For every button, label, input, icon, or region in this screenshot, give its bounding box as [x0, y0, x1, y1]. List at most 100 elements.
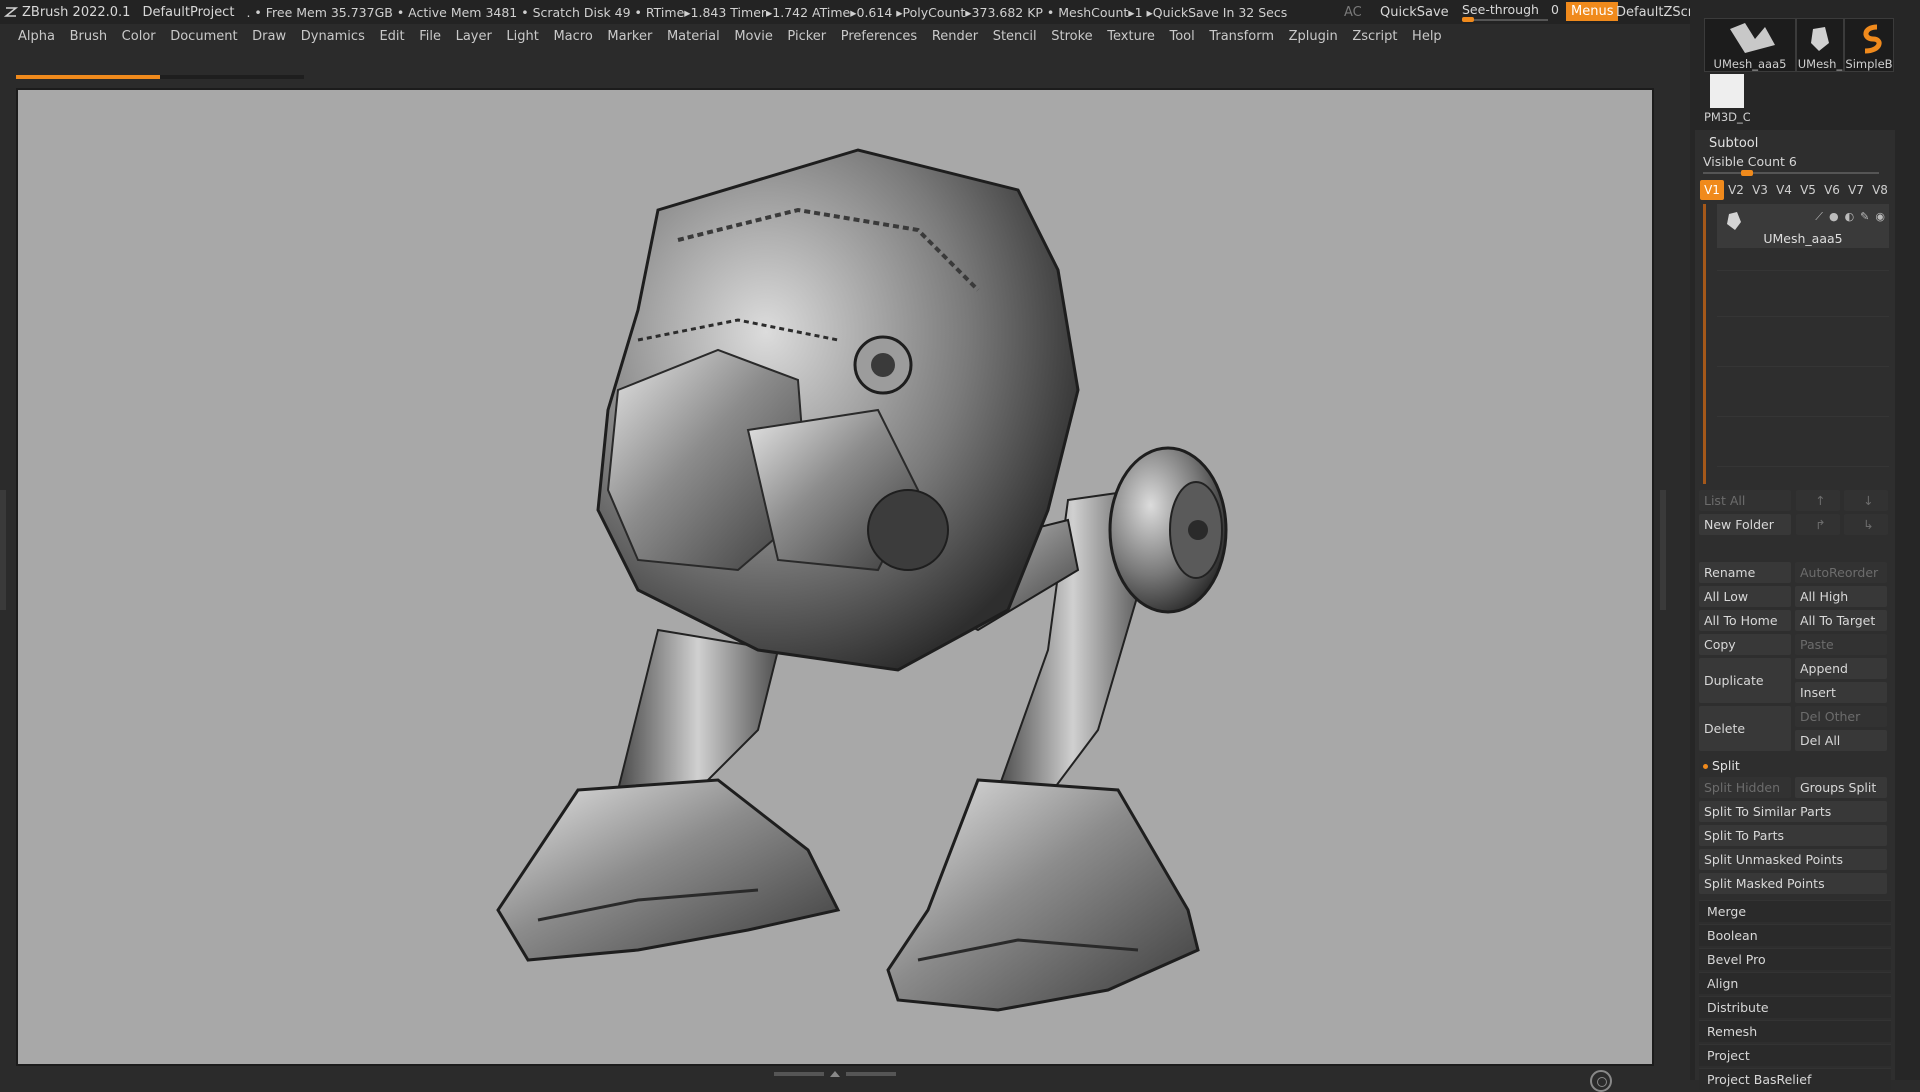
- menu-stencil[interactable]: Stencil: [993, 29, 1037, 44]
- menu-material[interactable]: Material: [667, 29, 720, 44]
- move-down-icon[interactable]: ↓: [1844, 490, 1888, 511]
- all-low-button[interactable]: All Low: [1699, 586, 1791, 607]
- insert-button[interactable]: Insert: [1795, 682, 1887, 703]
- split-to-parts-button[interactable]: Split To Parts: [1699, 825, 1887, 846]
- polyframe-icon[interactable]: ●: [1829, 210, 1839, 224]
- project-name[interactable]: DefaultProject: [142, 5, 234, 20]
- section-project[interactable]: Project: [1699, 1044, 1891, 1066]
- del-other-button[interactable]: Del Other: [1795, 706, 1887, 727]
- menu-draw[interactable]: Draw: [252, 29, 286, 44]
- document-canvas[interactable]: [16, 88, 1654, 1092]
- tab-v7[interactable]: V7: [1844, 180, 1868, 200]
- append-button[interactable]: Append: [1795, 658, 1887, 679]
- menu-document[interactable]: Document: [170, 29, 237, 44]
- tab-v8[interactable]: V8: [1868, 180, 1892, 200]
- new-folder-button[interactable]: New Folder: [1699, 514, 1791, 535]
- arrow-down-icon[interactable]: ↳: [1844, 514, 1888, 535]
- split-unmasked-points-button[interactable]: Split Unmasked Points: [1699, 849, 1887, 870]
- menu-picker[interactable]: Picker: [787, 29, 826, 44]
- nav-gizmo-icon[interactable]: [1590, 1070, 1612, 1092]
- section-boolean[interactable]: Boolean: [1699, 924, 1891, 946]
- menu-texture[interactable]: Texture: [1107, 29, 1155, 44]
- autoreorder-button[interactable]: AutoReorder: [1795, 562, 1887, 583]
- menu-alpha[interactable]: Alpha: [18, 29, 55, 44]
- menu-tool[interactable]: Tool: [1169, 29, 1194, 44]
- menu-transform[interactable]: Transform: [1209, 29, 1274, 44]
- tab-v3[interactable]: V3: [1748, 180, 1772, 200]
- menu-zscript[interactable]: Zscript: [1352, 29, 1397, 44]
- menu-macro[interactable]: Macro: [553, 29, 592, 44]
- visible-count-slider[interactable]: [1703, 170, 1879, 176]
- pin-icon[interactable]: ⟋: [1815, 210, 1823, 224]
- menu-help[interactable]: Help: [1412, 29, 1442, 44]
- left-tray-handle[interactable]: [0, 490, 6, 610]
- menu-zplugin[interactable]: Zplugin: [1289, 29, 1338, 44]
- tab-v1[interactable]: V1: [1700, 180, 1724, 200]
- delete-button[interactable]: Delete: [1699, 706, 1791, 751]
- menus-toggle[interactable]: Menus: [1566, 2, 1619, 21]
- eye-icon[interactable]: ◉: [1875, 210, 1885, 224]
- tool-thumbnails: UMesh_aaa5 UMesh_ SimpleB PM3D_C: [1704, 18, 1914, 126]
- subtool-title[interactable]: Subtool: [1709, 136, 1758, 151]
- ac-label[interactable]: AC: [1344, 5, 1362, 20]
- groups-split-button[interactable]: Groups Split: [1795, 777, 1887, 798]
- menu-color[interactable]: Color: [122, 29, 156, 44]
- tab-v4[interactable]: V4: [1772, 180, 1796, 200]
- menu-marker[interactable]: Marker: [607, 29, 652, 44]
- subtool-item-name: UMesh_aaa5: [1763, 231, 1843, 246]
- subtool-item[interactable]: ⟋ ● ◐ ✎ ◉ UMesh_aaa5: [1717, 204, 1889, 248]
- section-bevel-pro[interactable]: Bevel Pro: [1699, 948, 1891, 970]
- move-up-icon[interactable]: ↑: [1796, 490, 1840, 511]
- split-section-header[interactable]: Split: [1703, 758, 1740, 773]
- paint-icon[interactable]: ✎: [1860, 210, 1869, 224]
- all-to-home-button[interactable]: All To Home: [1699, 610, 1791, 631]
- list-scrollbar[interactable]: [1703, 204, 1706, 484]
- menu-brush[interactable]: Brush: [70, 29, 108, 44]
- see-through-value: 0: [1550, 2, 1559, 17]
- tool-thumb-umesh-aaa5[interactable]: UMesh_aaa5: [1704, 18, 1796, 72]
- tool-thumb-umesh[interactable]: UMesh_: [1796, 18, 1844, 72]
- menu-render[interactable]: Render: [932, 29, 978, 44]
- see-through-slider[interactable]: See-through 0: [1462, 2, 1559, 22]
- right-tray-handle[interactable]: [1660, 490, 1666, 610]
- empty-slot: [1717, 394, 1889, 417]
- section-remesh[interactable]: Remesh: [1699, 1020, 1891, 1042]
- rename-button[interactable]: Rename: [1699, 562, 1791, 583]
- all-high-button[interactable]: All High: [1795, 586, 1887, 607]
- tool-thumb-simpleb[interactable]: SimpleB: [1844, 18, 1894, 72]
- menu-edit[interactable]: Edit: [379, 29, 404, 44]
- del-all-button[interactable]: Del All: [1795, 730, 1887, 751]
- arrow-right-icon[interactable]: ↱: [1796, 514, 1840, 535]
- menu-layer[interactable]: Layer: [456, 29, 492, 44]
- menu-movie[interactable]: Movie: [734, 29, 772, 44]
- copy-button[interactable]: Copy: [1699, 634, 1791, 655]
- dot-icon[interactable]: ◐: [1845, 210, 1855, 224]
- menu-stroke[interactable]: Stroke: [1051, 29, 1092, 44]
- visible-count-label: Visible Count 6: [1703, 154, 1797, 169]
- duplicate-button[interactable]: Duplicate: [1699, 658, 1791, 703]
- paste-button[interactable]: Paste: [1795, 634, 1887, 655]
- tab-v2[interactable]: V2: [1724, 180, 1748, 200]
- menu-preferences[interactable]: Preferences: [841, 29, 917, 44]
- section-align[interactable]: Align: [1699, 972, 1891, 994]
- empty-slot: [1717, 444, 1889, 467]
- split-masked-points-button[interactable]: Split Masked Points: [1699, 873, 1887, 894]
- subtool-panel: Subtool Visible Count 6 V1 V2 V3 V4 V5 V6 V7 V8…: [1695, 130, 1895, 1090]
- tab-v5[interactable]: V5: [1796, 180, 1820, 200]
- all-to-target-button[interactable]: All To Target: [1795, 610, 1887, 631]
- subtool-list: ⟋ ● ◐ ✎ ◉ UMesh_aaa5: [1703, 204, 1889, 484]
- section-project-basrelief[interactable]: Project BasRelief: [1699, 1068, 1891, 1090]
- section-distribute[interactable]: Distribute: [1699, 996, 1891, 1018]
- menu-file[interactable]: File: [419, 29, 441, 44]
- tab-v6[interactable]: V6: [1820, 180, 1844, 200]
- quicksave-button[interactable]: QuickSave: [1380, 5, 1449, 20]
- split-hidden-button[interactable]: Split Hidden: [1699, 777, 1791, 798]
- menu-light[interactable]: Light: [506, 29, 538, 44]
- menu-dynamics[interactable]: Dynamics: [301, 29, 365, 44]
- split-to-similar-parts-button[interactable]: Split To Similar Parts: [1699, 801, 1887, 822]
- list-all-button[interactable]: List All: [1699, 490, 1791, 511]
- bottom-tray-handle[interactable]: [770, 1070, 900, 1078]
- section-merge[interactable]: Merge: [1699, 900, 1891, 922]
- tool-thumb-pm3d[interactable]: PM3D_C: [1704, 72, 1750, 124]
- title-bar: ZBrush 2022.0.1 DefaultProject . • Free …: [0, 0, 1920, 24]
